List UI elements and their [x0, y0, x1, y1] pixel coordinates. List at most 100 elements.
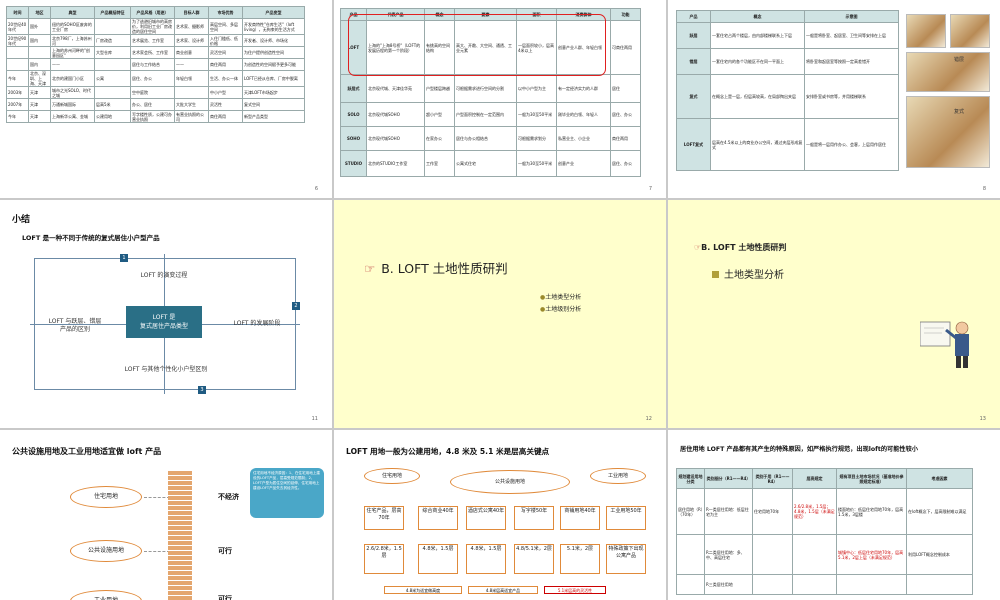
conclusion-bar: 5.1米层高的灵活性: [544, 586, 606, 594]
table-cell: 户型面积控制在一定范围内: [454, 102, 517, 127]
sub-bullet: 土地类型分析: [712, 266, 784, 281]
table-cell: 居住与办公相结合: [454, 126, 517, 151]
table-cell: 在概念上是一层，但层高较高，在局部掏出夹层: [710, 74, 805, 119]
brick-wall-icon: [168, 470, 192, 600]
conclusion-bar: 4.8米层高适宜产品: [468, 586, 538, 594]
table-cell: 天津: [28, 110, 51, 123]
table-cell: 灵活空间: [208, 46, 243, 59]
table-header: 类别细分（R1——R4）: [704, 468, 753, 489]
table-cell: 一般是将卧室、起居室、卫生间等安排在上层: [804, 22, 899, 49]
slide-thumbnail-13[interactable]: ☞B. LOFT 土地性质研判 土地类型分析 13: [668, 200, 1000, 428]
table-row: 上海的苏州河畔的"创意园区" 大型仓库 艺术家会所、工作室 商业创意 灵活空间 为住户提供…: [6, 46, 305, 59]
table-header: 市场优势: [208, 6, 243, 19]
table-cell: 可根据需求划分: [516, 126, 557, 151]
slide-thumbnail-15[interactable]: LOFT 用地一般为公建用地，4.8 米及 5.1 米是层高关键点 住宅用地 公…: [334, 430, 666, 600]
slide-title: 公共设施用地及工业用地适宜做 loft 产品: [12, 447, 162, 456]
pointer-arrow-icon: ☞: [364, 261, 376, 276]
table-header: 典型: [50, 6, 95, 19]
table-cell: 年轻白领: [174, 70, 209, 87]
table-cell: 城镇中心：低层住宅用地70年，层高5.1米，2层上层（未满足规范）: [836, 534, 907, 575]
table-cell: [792, 534, 837, 575]
table-cell: [752, 574, 793, 595]
section-title-text: B. LOFT 土地性质研判: [381, 261, 508, 276]
photo-caption: 错层: [954, 57, 965, 63]
slide-title: 小结: [12, 215, 31, 225]
table-cell: 为了逃避旧城市的高房价，利用旧工业厂房改造的居住空间: [130, 18, 175, 35]
table-cell: 安排卧室或书房等，并用楼梯联系: [804, 74, 899, 119]
table-cell: 艺术展览、工作室: [130, 34, 175, 47]
table-cell: 厂房改造: [94, 34, 131, 47]
table-cell: [836, 574, 907, 595]
table-cell: 住宅用地70年: [752, 488, 793, 535]
slide-thumbnail-14[interactable]: 公共设施用地及工业用地适宜做 loft 产品 住宅用地 公共设施用地 工业用地 …: [0, 430, 332, 600]
slide-thumbnail-6[interactable]: 时间 地区 典型 产品概括特征 产品风格（用途） 目标人群 市场优势 产品变型 …: [0, 0, 332, 198]
table-cell: 2003年: [6, 86, 29, 99]
table-cell: 为住户提供创造性空间: [242, 46, 305, 59]
table-row: R二类居住用地：多、中、高层住宅 城镇中心：低层住宅用地70年，层高5.1米，2层…: [676, 534, 973, 575]
slide-thumbnail-12[interactable]: ☞ B. LOFT 土地性质研判 ●土地类型分析 ●土地级别分析 12: [334, 200, 666, 428]
slide-thumbnail-16[interactable]: 居住用地 LOFT 产品都有其产生的特殊原因，如严格执行规范，出现loft的可能…: [668, 430, 1000, 600]
table-cell: 高层空间、多层空间: [208, 18, 243, 35]
sub-bullet-text: 土地类型分析: [724, 270, 784, 281]
table-cell: 城市之光SOLO、时代之城: [50, 86, 95, 99]
table-cell: 北京798厂，上海苏州河: [50, 34, 95, 47]
slide-subtitle: LOFT 是一种不同于传统的复式居住小户型产品: [22, 234, 160, 242]
table-cell: 工作室: [424, 150, 455, 177]
table-cell: 大批大学生: [174, 98, 209, 111]
floor-height-box: 4.8米，1.5层: [418, 544, 458, 574]
table-header: 产品变型: [242, 6, 305, 19]
table-cell: R二类居住用地：多、中、高层住宅: [704, 534, 753, 575]
land-use-box: 写字楼50年: [514, 506, 554, 530]
table-cell: 20世纪90年代: [6, 34, 29, 47]
table-cell: 国内: [28, 34, 51, 47]
table-cell: 跃层: [676, 22, 711, 49]
land-type-oval: 公共设施用地: [70, 540, 142, 562]
slide-thumbnail-8[interactable]: 产品 概念 示意图 跃层 一套住宅占两个楼层，由内部楼梯联系上下层 一般是将卧室、起…: [668, 0, 1000, 198]
table-row: 跃层 一套住宅占两个楼层，由内部楼梯联系上下层 一般是将卧室、起居室、卫生间等安排在…: [676, 22, 899, 49]
table-cell: [94, 86, 131, 99]
slide-thumbnail-11[interactable]: 小结 LOFT 是一种不同于传统的复式居住小户型产品 1 2 3 LOFT 的演…: [0, 200, 332, 428]
table-cell: 公建用地: [94, 110, 131, 123]
table-cell: 中小户型: [208, 86, 243, 99]
land-type-oval: 住宅用地: [70, 486, 142, 508]
land-use-box: 工业用地50年: [606, 506, 646, 530]
table-cell: 天津: [28, 86, 51, 99]
table-cell: 万通新城国际: [50, 98, 95, 111]
bullet-text: 土地类型分析: [545, 294, 582, 301]
table-cell: 新型产品类型: [242, 110, 305, 123]
table-row: 今年 北京、深圳、上海、天津 北京的建国门小区 公寓 居住、办公 年轻白领 生活、办公一体 L…: [6, 70, 305, 87]
diagram-label-bottom: LOFT 与其他个性化小户型区别: [124, 366, 208, 373]
table-cell: 将卧室和起居室等按照一定高差错开: [804, 48, 899, 75]
table-cell: 大型仓库: [94, 46, 131, 59]
verdict-label: 不经济: [218, 493, 239, 501]
table-cell: [6, 58, 29, 71]
table-cell: 生活、办公一体: [208, 70, 243, 87]
table-cell: SOHO: [340, 126, 367, 151]
table-cell: 开发者、设计师、市场化: [242, 34, 305, 47]
table-cell: 空中庭院: [130, 86, 175, 99]
table-cell: 一套住宅内的各个功能区不在同一平面上: [710, 48, 805, 75]
table-cell: [94, 58, 131, 71]
table-cell: [906, 574, 973, 595]
floor-height-box: 4.8米，1.5层: [466, 544, 506, 574]
table-header: 概念: [710, 10, 805, 23]
table-cell: 在家办公: [424, 126, 455, 151]
table-header: 规划建设用地分类: [676, 468, 705, 489]
table-row: STUDIO 北京的STUDIO工作室 工作室 公寓式住宅 一般为30至50平米 创意产业…: [340, 150, 641, 177]
bullet-text: 土地级别分析: [545, 306, 582, 313]
diagram-label-left: LOFT 与跃层、错层 产品的区别: [48, 318, 102, 333]
table-header: 层高规定: [792, 468, 837, 489]
slide-thumbnail-7[interactable]: 产品 代表产品 概念 要素 面积 消费群体 功能 LOFT 上海的"上海8号桥"（…: [334, 0, 666, 198]
table-cell: 在loft概念下，层高限制难以满足: [906, 488, 973, 535]
table-cell: 以中小户型为主: [516, 74, 557, 103]
table-cell: [94, 18, 131, 35]
table-cell: [752, 534, 793, 575]
table-header: 产品风格（用途）: [130, 6, 175, 19]
land-type-oval: 工业用地: [590, 468, 646, 484]
table-cell: 商住两用: [208, 58, 243, 71]
comparison-table: 时间 地区 典型 产品概括特征 产品风格（用途） 目标人群 市场优势 产品变型 …: [6, 6, 305, 123]
table-row: SOLO 北京现代城SOHO 超小户型 户型面积控制在一定范围内 一般为30至50平米刚…: [340, 102, 641, 127]
table-cell: 艺术家、摄影师: [174, 18, 209, 35]
table-row: 国内 —— 居住与工作结合 —— 商住两用 为创造性的空间赋予更多可能: [6, 58, 305, 71]
diagram-center-box: LOFT 是 复式居住产品类型: [126, 306, 202, 338]
